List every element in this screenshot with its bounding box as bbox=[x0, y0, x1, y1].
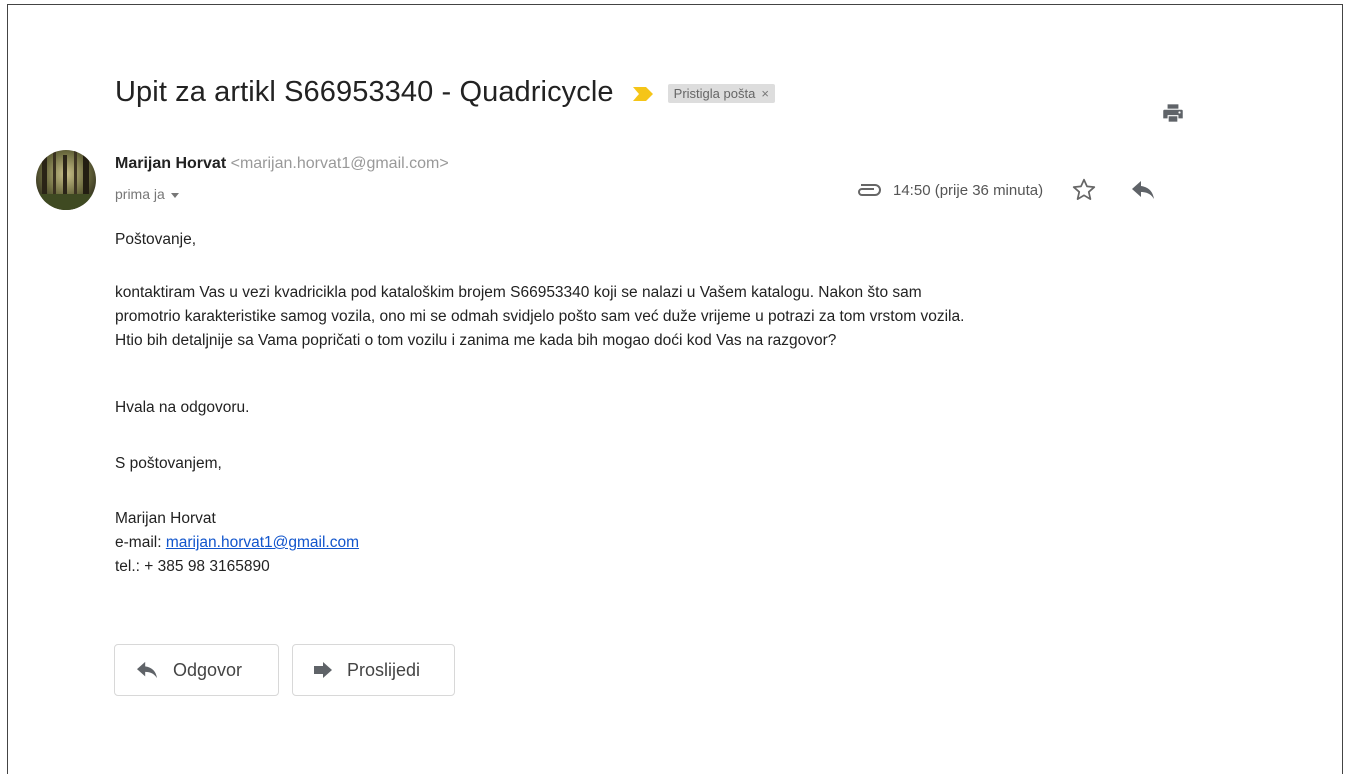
label-chip-text: Pristigla pošta bbox=[673, 85, 756, 101]
chevron-down-icon bbox=[170, 192, 179, 198]
recipient-text: prima ja bbox=[115, 186, 165, 202]
reply-icon bbox=[137, 661, 157, 679]
label-chip-inbox[interactable]: Pristigla pošta × bbox=[667, 83, 775, 103]
paragraph-line: kontaktiram Vas u vezi kvadricikla pod k… bbox=[115, 284, 922, 301]
message-paragraph: kontaktiram Vas u vezi kvadricikla pod k… bbox=[115, 281, 1165, 353]
closing-line: S poštovanjem, bbox=[115, 455, 222, 472]
forward-button-label: Proslijedi bbox=[347, 659, 421, 680]
avatar[interactable] bbox=[36, 150, 96, 210]
signature-email-row: e-mail: marijan.horvat1@gmail.com bbox=[115, 531, 359, 555]
sender-email: <marijan.horvat1@gmail.com> bbox=[230, 155, 449, 172]
sender-row: Marijan Horvat <marijan.horvat1@gmail.co… bbox=[115, 155, 449, 173]
attachment-icon bbox=[858, 184, 881, 196]
importance-marker-icon[interactable] bbox=[632, 86, 654, 102]
signature-email-prefix: e-mail: bbox=[115, 534, 166, 551]
signature-email-link[interactable]: marijan.horvat1@gmail.com bbox=[166, 534, 359, 551]
message-time: 14:50 (prije 36 minuta) bbox=[893, 181, 1044, 199]
paragraph-line: Htio bih detaljnije sa Vama popričati o … bbox=[115, 332, 837, 349]
print-icon[interactable] bbox=[1160, 100, 1186, 126]
recipient-details-toggle[interactable]: prima ja bbox=[115, 186, 179, 202]
message-meta: 14:50 (prije 36 minuta) bbox=[855, 176, 1155, 204]
signature-phone: tel.: + 385 98 3165890 bbox=[115, 558, 270, 575]
sender-name[interactable]: Marijan Horvat bbox=[115, 155, 226, 172]
star-icon[interactable] bbox=[1071, 177, 1097, 203]
forward-icon bbox=[314, 662, 332, 678]
reply-button-label: Odgovor bbox=[173, 659, 243, 680]
greeting: Poštovanje, bbox=[115, 231, 196, 248]
paragraph-line: promotrio karakteristike samog vozila, o… bbox=[115, 308, 965, 325]
signature: Marijan Horvat e-mail: marijan.horvat1@g… bbox=[115, 507, 359, 579]
forward-button[interactable]: Proslijedi bbox=[292, 644, 455, 696]
subject-row: Upit za artikl S66953340 - Quadricycle P… bbox=[115, 72, 775, 112]
thanks-line: Hvala na odgovoru. bbox=[115, 399, 250, 416]
signature-name: Marijan Horvat bbox=[115, 510, 216, 527]
label-remove-icon[interactable]: × bbox=[761, 86, 769, 101]
email-subject: Upit za artikl S66953340 - Quadricycle bbox=[115, 75, 614, 108]
reply-button[interactable]: Odgovor bbox=[114, 644, 279, 696]
avatar-forest-image bbox=[36, 150, 96, 210]
reply-icon[interactable] bbox=[1131, 179, 1155, 201]
